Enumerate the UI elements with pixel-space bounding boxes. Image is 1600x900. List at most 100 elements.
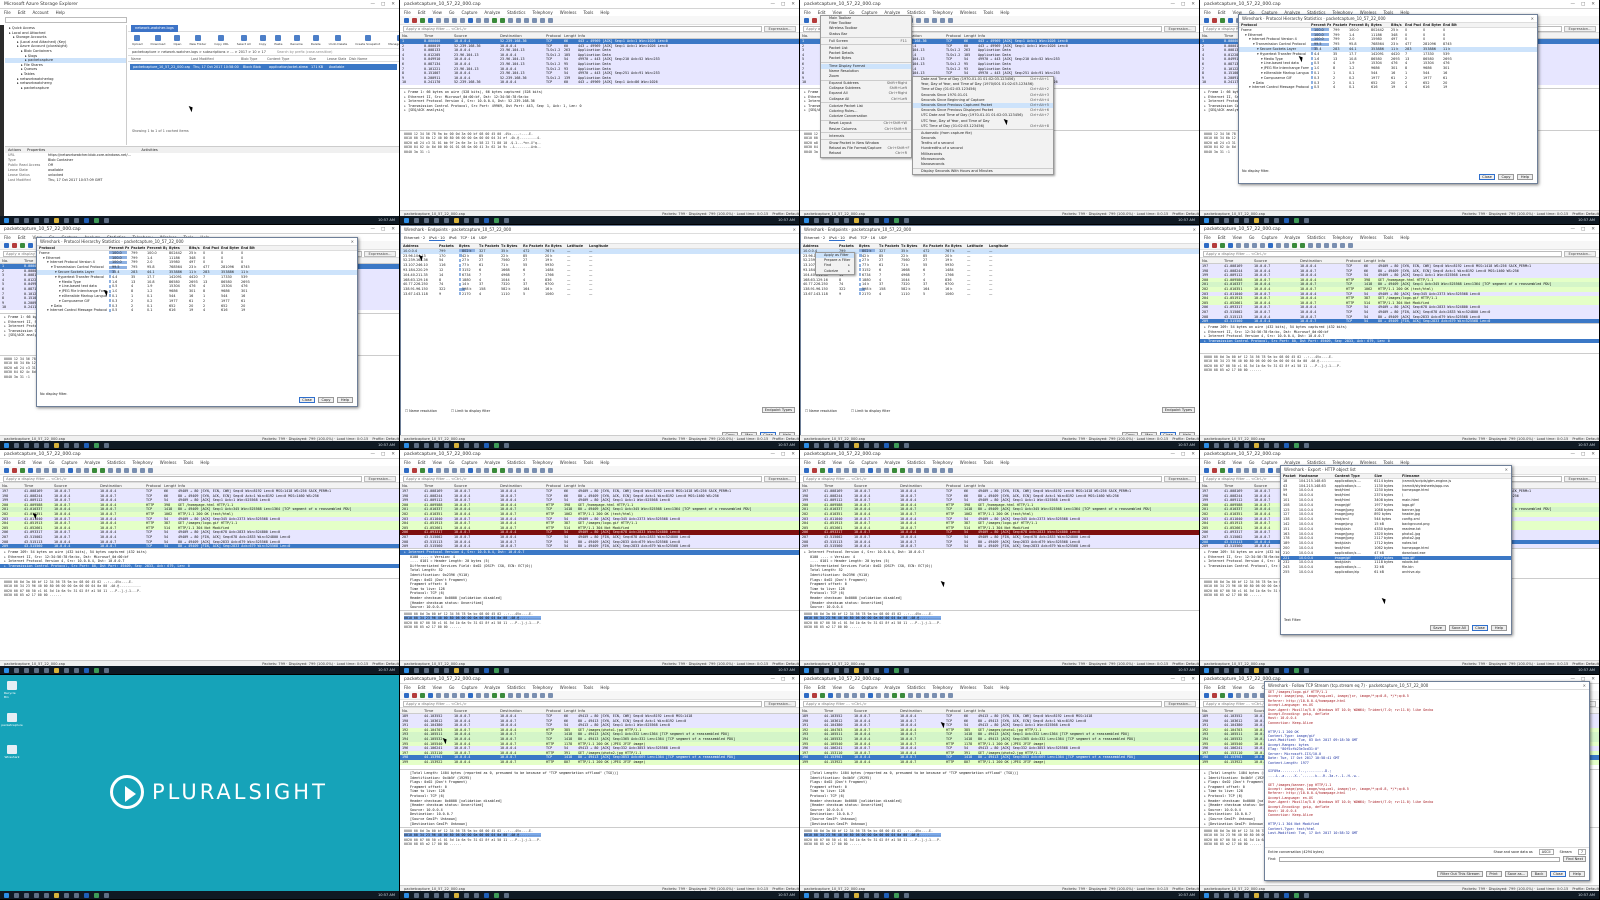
expression-button[interactable]: Expression...: [1164, 25, 1196, 32]
storage-explorer-icon[interactable]: [1274, 667, 1279, 673]
column-header[interactable]: Rx Packets: [521, 244, 543, 248]
storage-explorer-icon[interactable]: [74, 667, 79, 673]
windows-start-icon[interactable]: [404, 892, 409, 898]
terminal-icon[interactable]: [1294, 442, 1299, 448]
column-header-source[interactable]: Source: [852, 708, 898, 713]
wireshark-icon[interactable]: [84, 667, 89, 673]
folder-icon[interactable]: [904, 892, 909, 898]
menu-item[interactable]: Edit: [18, 10, 26, 15]
find-packet-icon[interactable]: [868, 692, 873, 698]
column-header-no[interactable]: No.: [0, 483, 22, 488]
display-filter-input[interactable]: Apply a display filter ... <Ctrl-/>: [403, 475, 762, 482]
column-header[interactable]: Packets: [129, 246, 145, 250]
resize-columns-icon[interactable]: [948, 692, 953, 698]
edge-icon[interactable]: [34, 892, 39, 898]
folder-icon[interactable]: [1304, 217, 1309, 223]
column-header-protocol[interactable]: Protocol: [1344, 258, 1362, 263]
last-packet-icon[interactable]: [908, 467, 913, 473]
column-header-time[interactable]: Time: [1222, 483, 1252, 488]
column-header[interactable]: Size: [306, 56, 324, 61]
folder-icon[interactable]: [1304, 892, 1309, 898]
terminal-icon[interactable]: [494, 667, 499, 673]
menu-wireless[interactable]: Wireless: [960, 685, 977, 690]
store-icon[interactable]: [854, 667, 859, 673]
find-input[interactable]: [1279, 856, 1561, 862]
minimize-icon[interactable]: —: [370, 2, 375, 7]
options-icon[interactable]: [28, 242, 33, 248]
column-header[interactable]: Filename: [1400, 474, 1511, 478]
wireshark-icon[interactable]: [84, 217, 89, 223]
wireshark-icon[interactable]: [884, 442, 889, 448]
reload-icon[interactable]: [460, 17, 465, 23]
search-icon[interactable]: [14, 892, 19, 898]
folder-icon[interactable]: [1304, 667, 1309, 673]
search-icon[interactable]: [814, 667, 819, 673]
options-icon[interactable]: [1228, 17, 1233, 23]
terminal-icon[interactable]: [494, 892, 499, 898]
explorer-icon[interactable]: [444, 442, 449, 448]
column-header-time[interactable]: Time: [822, 483, 852, 488]
view-menu-item[interactable]: Status Bar: [821, 32, 911, 37]
column-header-destination[interactable]: Destination: [1298, 258, 1344, 263]
menu-edit[interactable]: Edit: [418, 685, 426, 690]
column-header[interactable]: Address: [801, 244, 837, 248]
column-header-time[interactable]: Time: [422, 708, 452, 713]
first-packet-icon[interactable]: [500, 17, 505, 23]
store-icon[interactable]: [454, 892, 459, 898]
tab-endpoint[interactable]: TCP · 16: [860, 236, 875, 241]
colorize-icon[interactable]: [924, 467, 929, 473]
mail-icon[interactable]: [1264, 217, 1269, 223]
edge-icon[interactable]: [434, 217, 439, 223]
column-header-source[interactable]: Source: [52, 483, 98, 488]
explorer-icon[interactable]: [844, 892, 849, 898]
column-header-source[interactable]: Source: [452, 483, 498, 488]
detail-line[interactable]: [Destination GeoIP: Unknown]: [400, 822, 799, 827]
display-filter-input[interactable]: Apply a display filter ... <Ctrl-/>: [803, 475, 1162, 482]
reload-icon[interactable]: [60, 467, 65, 473]
edge-icon[interactable]: [34, 217, 39, 223]
menu-wireless[interactable]: Wireless: [1360, 235, 1377, 240]
copy-button[interactable]: Copy: [1498, 174, 1514, 180]
menu-telephony[interactable]: Telephony: [532, 10, 552, 15]
edge-icon[interactable]: [1234, 442, 1239, 448]
menu-edit[interactable]: Edit: [418, 10, 426, 15]
wireshark-icon[interactable]: [484, 217, 489, 223]
explorer-icon[interactable]: [44, 892, 49, 898]
first-packet-icon[interactable]: [1300, 242, 1305, 248]
column-header-info[interactable]: Info: [576, 483, 799, 488]
zoom-in-icon[interactable]: [532, 692, 537, 698]
menu-edit[interactable]: Edit: [1218, 685, 1226, 690]
colorize-icon[interactable]: [924, 692, 929, 698]
back-button[interactable]: Back: [1531, 871, 1547, 877]
menu-go[interactable]: Go: [449, 685, 455, 690]
explorer-icon[interactable]: [1244, 892, 1249, 898]
close-icon[interactable]: ✕: [791, 452, 795, 457]
column-header-destination[interactable]: Destination: [498, 708, 544, 713]
close-button[interactable]: Close: [299, 397, 315, 403]
tab-endpoint[interactable]: IPv4 · 10: [429, 236, 445, 241]
column-header-no[interactable]: No.: [400, 708, 422, 713]
zoom-in-icon[interactable]: [532, 467, 537, 473]
close-button[interactable]: Close: [1550, 871, 1566, 877]
folder-icon[interactable]: [104, 892, 109, 898]
minimize-icon[interactable]: —: [770, 677, 775, 682]
column-header[interactable]: Percent Bytes: [145, 246, 167, 250]
go-back-icon[interactable]: [476, 467, 481, 473]
ribbon-new-folder-button[interactable]: New Folder: [189, 34, 206, 46]
menu-statistics[interactable]: Statistics: [507, 685, 525, 690]
save-file-icon[interactable]: [44, 467, 49, 473]
save-file-icon[interactable]: [1244, 242, 1249, 248]
options-icon[interactable]: [828, 692, 833, 698]
find-packet-icon[interactable]: [468, 692, 473, 698]
detail-line[interactable]: ▸ Transmission Control Protocol, Src Por…: [0, 563, 399, 569]
go-to-packet-icon[interactable]: [492, 692, 497, 698]
column-header[interactable]: Disk Name: [346, 56, 368, 61]
column-header-no[interactable]: No.: [800, 708, 822, 713]
ribbon-undo-delete-button[interactable]: Undo Delete: [329, 34, 347, 46]
menu-wireless[interactable]: Wireless: [560, 685, 577, 690]
column-header-destination[interactable]: Destination: [498, 483, 544, 488]
view-menu-item[interactable]: Full Screen F11: [821, 39, 911, 44]
windows-start-icon[interactable]: [1204, 892, 1209, 898]
close-icon[interactable]: ✕: [1193, 226, 1199, 233]
task-view-icon[interactable]: [1224, 667, 1229, 673]
